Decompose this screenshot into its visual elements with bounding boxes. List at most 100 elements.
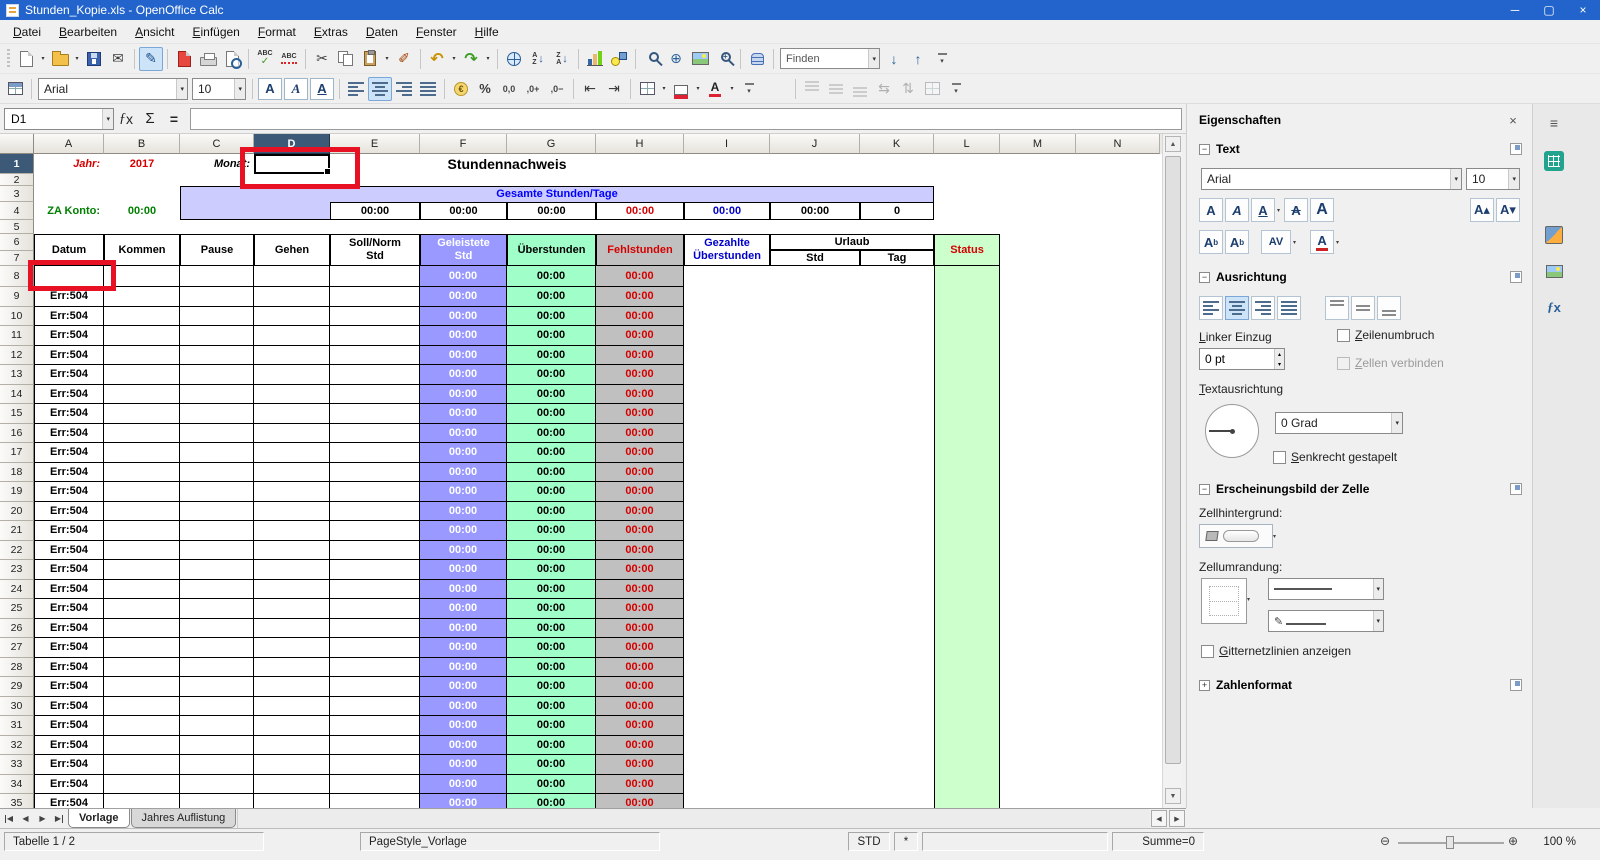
cell-e27[interactable] [330, 638, 420, 658]
cell-g13[interactable]: 00:00 [507, 365, 596, 385]
cell-c18[interactable] [180, 463, 254, 483]
header-gezahlte-uberstunden[interactable]: Gezahlte Überstunden [684, 234, 770, 266]
cell-f10[interactable]: 00:00 [420, 307, 507, 327]
currency-format-icon[interactable]: € [449, 77, 473, 101]
cell-g15[interactable]: 00:00 [507, 404, 596, 424]
cell-d21[interactable] [254, 521, 330, 541]
cell-h28[interactable]: 00:00 [596, 658, 684, 678]
cell-k4[interactable]: 0 [860, 202, 934, 220]
cell-a19[interactable]: Err:504 [34, 482, 104, 502]
cell-h15[interactable]: 00:00 [596, 404, 684, 424]
line-color-dropdown-icon[interactable]: ▾ [1373, 611, 1384, 631]
borders-icon[interactable] [635, 77, 659, 101]
zoom-slider-thumb[interactable] [1446, 836, 1454, 849]
cell-b35[interactable] [104, 794, 180, 808]
row-header-13[interactable]: 13 [0, 365, 34, 385]
cell-c22[interactable] [180, 541, 254, 561]
cell-g19[interactable]: 00:00 [507, 482, 596, 502]
cell-background-dropdown-icon[interactable]: ▾ [1273, 533, 1276, 540]
cell-e11[interactable] [330, 326, 420, 346]
scroll-up-icon[interactable]: ▲ [1165, 136, 1181, 152]
cell-c8[interactable] [180, 266, 254, 287]
cell-g34[interactable]: 00:00 [507, 775, 596, 795]
column-header-j[interactable]: J [770, 134, 860, 154]
cell-h13[interactable]: 00:00 [596, 365, 684, 385]
cell-g8[interactable]: 00:00 [507, 266, 596, 287]
cell-b18[interactable] [104, 463, 180, 483]
panel-close-icon[interactable]: × [1504, 113, 1522, 128]
cell-f13[interactable]: 00:00 [420, 365, 507, 385]
cell-b25[interactable] [104, 599, 180, 619]
sort-ascending-icon[interactable]: AZ↓ [526, 47, 550, 71]
save-icon[interactable] [82, 47, 106, 71]
menu-item-extras[interactable]: Extras [305, 22, 357, 42]
row-header-10[interactable]: 10 [0, 307, 34, 327]
cell-a10[interactable]: Err:504 [34, 307, 104, 327]
panel-align-left-icon[interactable] [1199, 296, 1223, 320]
cell-c32[interactable] [180, 736, 254, 756]
underline-icon[interactable]: A [310, 78, 334, 100]
cell-h11[interactable]: 00:00 [596, 326, 684, 346]
cell-a12[interactable]: Err:504 [34, 346, 104, 366]
cell-c30[interactable] [180, 697, 254, 717]
cell-g29[interactable]: 00:00 [507, 677, 596, 697]
cell-d32[interactable] [254, 736, 330, 756]
cell-d12[interactable] [254, 346, 330, 366]
cell-e32[interactable] [330, 736, 420, 756]
cell-h8[interactable]: 00:00 [596, 266, 684, 287]
formula-icon[interactable]: = [162, 107, 186, 131]
header-urlaub-std[interactable]: Std [770, 250, 860, 266]
cell-a28[interactable]: Err:504 [34, 658, 104, 678]
cell-e24[interactable] [330, 580, 420, 600]
cell-j4[interactable]: 00:00 [770, 202, 860, 220]
wrap-text-checkbox[interactable]: Zeilenumbruch [1337, 328, 1522, 342]
cell-d27[interactable] [254, 638, 330, 658]
row-header-3[interactable]: 3 [0, 186, 34, 202]
panel-strikethrough-icon[interactable]: A [1284, 198, 1308, 222]
cell-a34[interactable]: Err:504 [34, 775, 104, 795]
font-color-dropdown-icon[interactable]: ▾ [727, 77, 737, 101]
spin-up-icon[interactable]: ▴ [1275, 349, 1284, 359]
cell-h25[interactable]: 00:00 [596, 599, 684, 619]
merge-cells-checkbox[interactable]: Zellen verbinden [1337, 356, 1522, 370]
cell-f23[interactable]: 00:00 [420, 560, 507, 580]
cell-e19[interactable] [330, 482, 420, 502]
cell-h29[interactable]: 00:00 [596, 677, 684, 697]
cell-border-dropdown-icon[interactable]: ▾ [1247, 596, 1250, 603]
delete-decimal-icon[interactable]: ,0− [545, 77, 569, 101]
cell-g24[interactable]: 00:00 [507, 580, 596, 600]
column-header-f[interactable]: F [420, 134, 507, 154]
row-header-14[interactable]: 14 [0, 385, 34, 405]
row-header-12[interactable]: 12 [0, 346, 34, 366]
edit-mode-icon[interactable]: ✎ [139, 47, 163, 71]
add-decimal-icon[interactable]: ,0+ [521, 77, 545, 101]
sidebar-menu-icon[interactable]: ≡ [1541, 110, 1567, 136]
undo-icon[interactable]: ↶ [425, 47, 449, 71]
cell-e29[interactable] [330, 677, 420, 697]
align-justify-icon[interactable] [416, 77, 440, 101]
subscript-icon[interactable]: Ab [1225, 230, 1249, 254]
close-icon[interactable]: × [1566, 0, 1600, 20]
panel-font-name-dropdown-icon[interactable]: ▾ [1450, 169, 1461, 189]
cell-b14[interactable] [104, 385, 180, 405]
find-previous-icon[interactable]: ↑ [906, 47, 930, 71]
panel-font-size-dropdown-icon[interactable]: ▾ [1508, 169, 1519, 189]
left-indent-spinner[interactable]: 0 pt ▴▾ [1199, 348, 1285, 370]
cell-a17[interactable]: Err:504 [34, 443, 104, 463]
cell-a11[interactable]: Err:504 [34, 326, 104, 346]
cell-e4[interactable]: 00:00 [330, 202, 420, 220]
font-color-icon[interactable]: A [703, 77, 727, 101]
vertical-align-top-icon[interactable] [800, 77, 824, 101]
border-line-color-combo[interactable]: ✎▾ [1268, 610, 1384, 632]
cell-f29[interactable]: 00:00 [420, 677, 507, 697]
cell-e16[interactable] [330, 424, 420, 444]
status-column[interactable] [934, 266, 1000, 808]
selection-mode-segment[interactable]: STD [848, 832, 890, 851]
cell-g35[interactable]: 00:00 [507, 794, 596, 808]
select-all-corner[interactable] [0, 134, 34, 154]
cell-c16[interactable] [180, 424, 254, 444]
email-icon[interactable]: ✉ [106, 47, 130, 71]
cell-b22[interactable] [104, 541, 180, 561]
cell-a22[interactable]: Err:504 [34, 541, 104, 561]
row-header-6[interactable]: 6 [0, 234, 34, 251]
